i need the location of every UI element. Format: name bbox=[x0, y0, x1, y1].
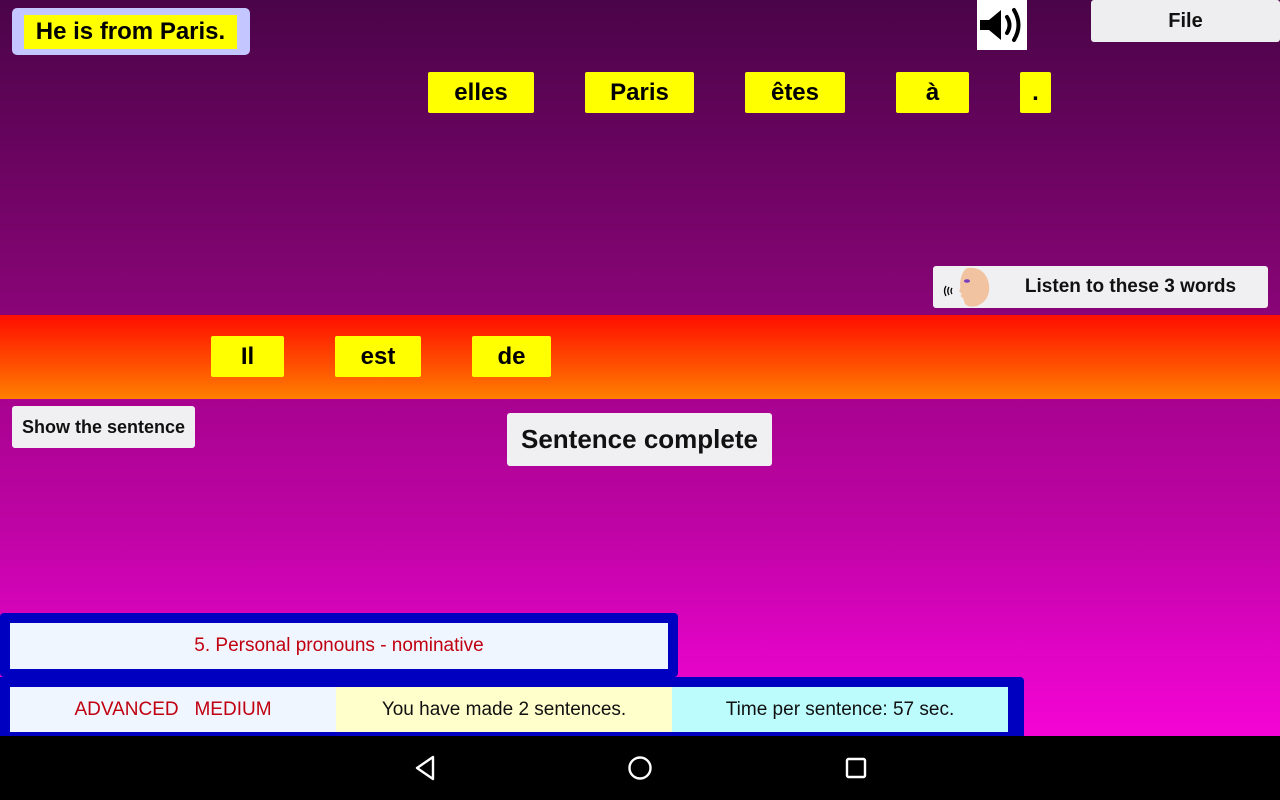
sentence-complete-button[interactable]: Sentence complete bbox=[507, 413, 772, 466]
recents-button[interactable] bbox=[836, 750, 876, 786]
target-sentence-box: He is from Paris. bbox=[12, 8, 250, 55]
speaker-icon bbox=[980, 8, 1021, 42]
sentences-made-label: You have made 2 sentences. bbox=[336, 687, 672, 732]
show-sentence-button[interactable]: Show the sentence bbox=[12, 406, 195, 448]
word-tile[interactable]: elles bbox=[428, 72, 534, 113]
answer-word-tile[interactable]: Il bbox=[211, 336, 284, 377]
answer-area bbox=[0, 315, 1280, 399]
level-label[interactable]: ADVANCED MEDIUM bbox=[10, 687, 336, 732]
target-sentence: He is from Paris. bbox=[24, 15, 237, 49]
file-button[interactable]: File bbox=[1091, 0, 1280, 42]
word-tile[interactable]: Paris bbox=[585, 72, 694, 113]
time-per-sentence-label: Time per sentence: 57 sec. bbox=[672, 687, 1008, 732]
home-circle-icon bbox=[628, 756, 652, 780]
word-tile[interactable]: êtes bbox=[745, 72, 845, 113]
topic-panel: 5. Personal pronouns - nominative bbox=[0, 613, 678, 677]
listen-words-label: Listen to these 3 words bbox=[1024, 276, 1237, 297]
word-tile[interactable]: à bbox=[896, 72, 969, 113]
speaking-face-icon bbox=[943, 267, 990, 307]
answer-word-tile[interactable]: est bbox=[335, 336, 421, 377]
back-triangle-icon bbox=[415, 755, 435, 781]
topic-label[interactable]: 5. Personal pronouns - nominative bbox=[10, 623, 668, 669]
recents-square-icon bbox=[845, 757, 867, 779]
answer-word-tile[interactable]: de bbox=[472, 336, 551, 377]
back-button[interactable] bbox=[405, 750, 445, 786]
home-button[interactable] bbox=[620, 750, 660, 786]
listen-words-button[interactable]: Listen to these 3 words bbox=[933, 266, 1268, 308]
play-sound-button[interactable] bbox=[977, 0, 1027, 50]
status-panel: ADVANCED MEDIUM You have made 2 sentence… bbox=[0, 677, 1024, 736]
word-tile[interactable]: . bbox=[1020, 72, 1051, 113]
